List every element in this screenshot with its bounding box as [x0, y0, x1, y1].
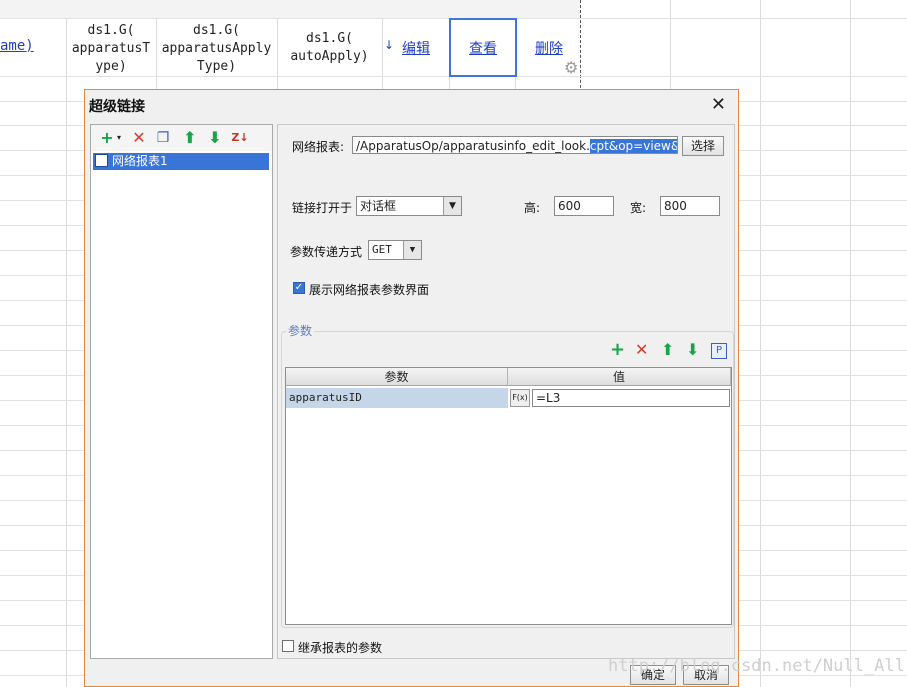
- param-name-cell[interactable]: apparatusID: [286, 388, 508, 408]
- delete-icon[interactable]: ✕: [129, 128, 149, 148]
- link-list-panel: + ▾ ✕ ❐ ⬆ ⬇ Z↓ 网络报表1: [90, 124, 273, 659]
- view-link[interactable]: 查看: [469, 38, 497, 58]
- params-legend: 参数: [286, 322, 315, 339]
- method-select[interactable]: GET ▼: [368, 240, 422, 260]
- web-report-value: /ApparatusOp/apparatusinfo_edit_look.: [356, 139, 590, 153]
- method-label: 参数传递方式: [290, 245, 363, 259]
- move-up-icon[interactable]: ⬆: [180, 128, 200, 148]
- web-report-label: 网络报表:: [292, 140, 345, 154]
- choose-button[interactable]: 选择: [682, 136, 724, 156]
- params-group: 参数 + ✕ ⬆ ⬇ P 参数 值 apparatusID F(x) =L3: [281, 322, 734, 628]
- inherit-params-checkbox[interactable]: [282, 640, 294, 652]
- arrow-down-icon: ↓: [384, 38, 395, 52]
- copy-icon[interactable]: ❐: [153, 128, 173, 148]
- link-settings-panel: 网络报表: /ApparatusOp/apparatusinfo_edit_lo…: [277, 124, 735, 659]
- move-param-down-icon[interactable]: ⬇: [686, 340, 699, 359]
- move-down-icon[interactable]: ⬇: [205, 128, 225, 148]
- show-params-label: 展示网络报表参数界面: [309, 283, 430, 297]
- param-column-header[interactable]: 参数: [286, 368, 508, 386]
- param-value-input[interactable]: =L3: [532, 389, 730, 407]
- open-in-selected: 对话框: [360, 199, 397, 213]
- edit-link[interactable]: 编辑: [402, 38, 430, 58]
- value-column-header[interactable]: 值: [508, 368, 731, 386]
- chevron-down-icon[interactable]: ▼: [443, 197, 461, 215]
- web-report-input[interactable]: /ApparatusOp/apparatusinfo_edit_look.cpt…: [352, 136, 678, 154]
- add-param-icon[interactable]: +: [610, 339, 625, 360]
- cell-apparatus-type[interactable]: ds1.G( apparatusT ype): [66, 22, 156, 76]
- watermark: http://blog.csdn.net/Null_All: [608, 656, 905, 676]
- cell-name-link[interactable]: ame): [0, 38, 34, 54]
- link-list-item-label: 网络报表1: [112, 154, 168, 168]
- method-selected: GET: [372, 243, 392, 256]
- hyperlink-dialog: 超级链接 ✕ + ▾ ✕ ❐ ⬆ ⬇ Z↓ 网络报表1 网络报表: /Appar…: [84, 89, 739, 687]
- web-report-selected-text: cpt&op=view&aa=1: [589, 139, 677, 153]
- sort-icon[interactable]: Z↓: [230, 128, 250, 148]
- cell-auto-apply[interactable]: ds1.G( autoApply): [277, 30, 382, 66]
- open-in-label: 链接打开于: [292, 201, 353, 215]
- link-list-item[interactable]: 网络报表1: [93, 153, 269, 170]
- delete-link[interactable]: 删除: [535, 38, 563, 58]
- chevron-down-icon[interactable]: ▾: [109, 128, 129, 148]
- delete-param-icon[interactable]: ✕: [635, 340, 648, 359]
- formula-button[interactable]: F(x): [510, 389, 530, 407]
- param-p-icon[interactable]: P: [711, 343, 727, 359]
- dialog-title: 超级链接: [89, 99, 145, 115]
- close-icon[interactable]: ✕: [711, 94, 726, 115]
- move-param-up-icon[interactable]: ⬆: [661, 340, 674, 359]
- inherit-params-label: 继承报表的参数: [298, 641, 383, 655]
- show-params-checkbox[interactable]: ✓: [293, 282, 305, 294]
- chevron-down-icon[interactable]: ▼: [403, 241, 421, 259]
- params-table: 参数 值 apparatusID F(x) =L3: [285, 367, 732, 625]
- height-input[interactable]: 600: [554, 196, 614, 216]
- report-icon: [95, 154, 108, 167]
- width-label: 宽:: [630, 201, 647, 215]
- link-list-toolbar: + ▾ ✕ ❐ ⬆ ⬇ Z↓: [91, 125, 272, 151]
- width-input[interactable]: 800: [660, 196, 720, 216]
- open-in-select[interactable]: 对话框 ▼: [356, 196, 462, 216]
- height-label: 高:: [524, 201, 541, 215]
- gear-icon[interactable]: ⚙: [564, 58, 578, 77]
- cell-apparatus-apply-type[interactable]: ds1.G( apparatusApply Type): [156, 22, 277, 76]
